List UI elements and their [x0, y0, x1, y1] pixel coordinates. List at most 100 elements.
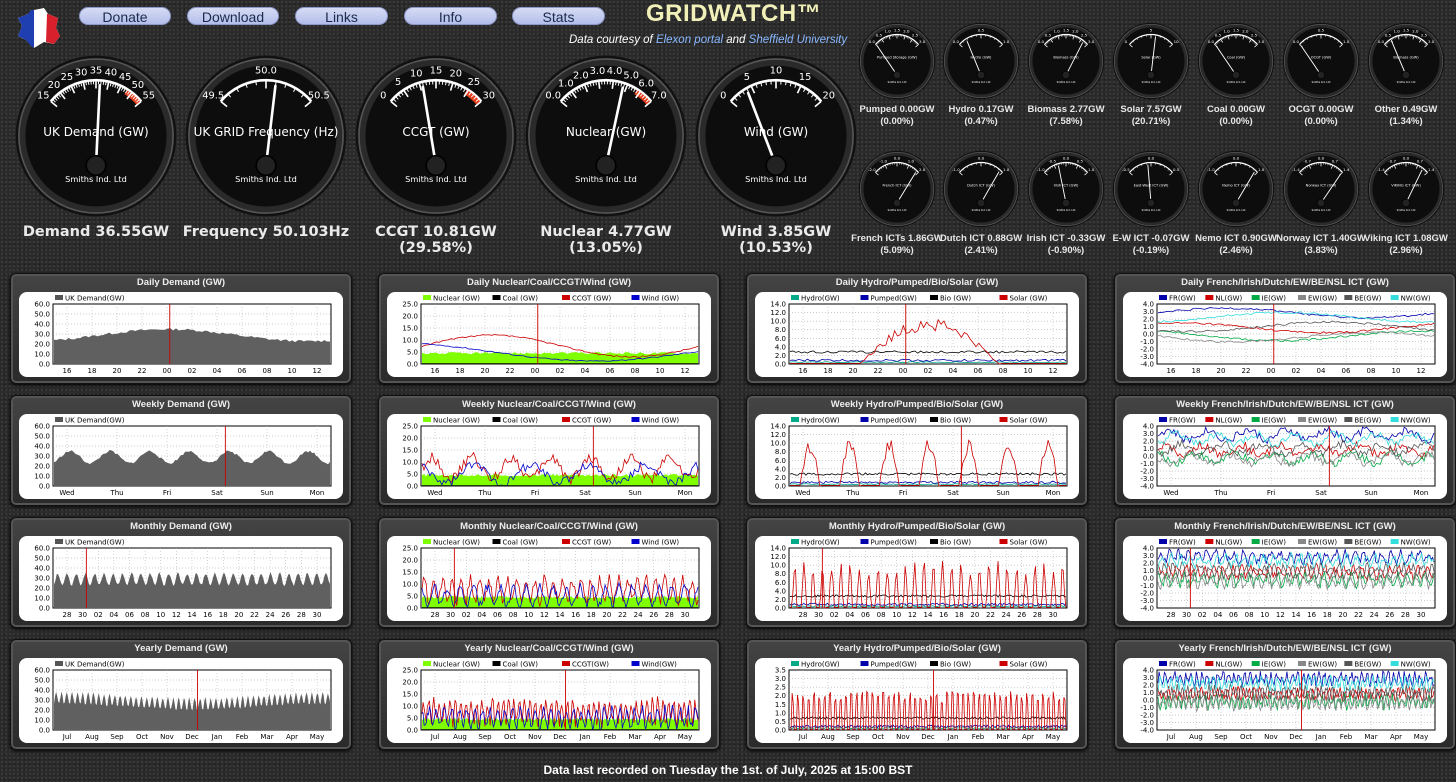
x-tick-label: Nov: [896, 733, 910, 741]
chart-title: Daily Hydro/Pumped/Bio/Solar (GW): [835, 277, 999, 288]
info-button[interactable]: Info: [404, 7, 497, 25]
y-tick-label: 15.0: [402, 325, 418, 333]
chart-panel[interactable]: Weekly Demand (GW) 60.0 50.0 40.0 30.0 20.0 10…: [10, 395, 352, 506]
x-tick-label: Fri: [1267, 489, 1275, 497]
gauge-tick-label: 0.0: [1233, 155, 1240, 160]
y-tick-label: 30.0: [34, 331, 50, 339]
legend-entry: EW(GW): [1308, 661, 1337, 669]
legend-entry: Wind(GW): [642, 661, 678, 669]
x-tick-label: May: [1046, 733, 1060, 741]
gauge-tick-label: 3.0: [1088, 39, 1095, 44]
stats-button[interactable]: Stats: [512, 7, 605, 25]
chart-panel[interactable]: Weekly French/Irish/Dutch/EW/BE/NSL ICT …: [1114, 395, 1456, 506]
chart-panel[interactable]: Weekly Nuclear/Coal/CCGT/Wind (GW) 25.0 20…: [378, 395, 720, 506]
x-tick-label: Sep: [846, 733, 860, 741]
x-tick-label: Jan: [1315, 733, 1327, 741]
chart-panel[interactable]: Monthly Hydro/Pumped/Bio/Solar (GW) 14.0 1…: [746, 517, 1088, 628]
x-tick-label: Mon: [1414, 489, 1429, 497]
gauge-dial: 0.00.51.0Hydro (GW)Smiths Ind. Ltd: [942, 22, 1020, 100]
gauge-tick-label: -1.0: [1207, 167, 1215, 172]
x-tick-label: 30: [446, 611, 455, 619]
gauge-caption: Frequency 50.103Hz: [171, 224, 361, 240]
legend-entry: Nuclear (GW): [433, 295, 480, 303]
gauge-tick-label: -0.7: [1388, 158, 1396, 163]
chart-svg: 4.03.02.01.00.0-1.0-2.0-3.0-4.028 30 02 04 0…: [1140, 539, 1436, 619]
gauge-tick-label: 1.0: [1394, 29, 1401, 34]
x-tick-label: 20: [234, 611, 243, 619]
gauge-caption: Demand 36.55GW: [1, 224, 191, 240]
x-tick-label: Apr: [654, 733, 666, 741]
chart-panel[interactable]: Weekly Hydro/Pumped/Bio/Solar (GW) 14.0 12…: [746, 395, 1088, 506]
x-tick-label: 22: [986, 611, 995, 619]
x-tick-label: 22: [1242, 367, 1251, 375]
x-tick-label: May: [678, 733, 692, 741]
y-tick-label: 0.0: [39, 483, 50, 491]
legend-entry: Wind (GW): [642, 417, 680, 425]
download-button[interactable]: Download: [187, 7, 279, 25]
gauge-tick-label: 3.0: [1428, 39, 1435, 44]
chart-panel[interactable]: Yearly Demand (GW) 60.0 50.0 40.0 30.0 20.0 10…: [10, 639, 352, 750]
elexon-link[interactable]: Elexon portal: [656, 34, 723, 46]
x-tick-label: Thu: [1213, 489, 1227, 497]
x-tick-label: Sun: [1364, 489, 1377, 497]
links-button[interactable]: Links: [295, 7, 388, 25]
gauge-dial: 0510 15 202530CCGT (GW)Smiths Ind. Ltd: [355, 55, 517, 217]
chart-panel[interactable]: Daily Demand (GW) 60.0 50.0 40.0 30.0 20.0 10.…: [10, 273, 352, 384]
gauge-tick-label: 5: [395, 77, 401, 88]
legend-entry: NW(GW): [1401, 661, 1431, 669]
x-tick-label: Oct: [1240, 733, 1252, 741]
y-tick-label: 14.0: [770, 301, 786, 309]
sheffield-link[interactable]: Sheffield University: [749, 34, 847, 46]
x-tick-label: 02: [924, 367, 933, 375]
x-tick-label: Wed: [795, 489, 810, 497]
y-tick-label: 0.0: [39, 361, 50, 369]
x-tick-label: 30: [1182, 611, 1191, 619]
gauge-tick-label: 1.5: [1063, 27, 1070, 32]
gauge-tick-label: 45: [119, 72, 132, 83]
x-tick-label: Fri: [163, 489, 171, 497]
x-tick-label: Jul: [62, 733, 72, 741]
chart-svg: 60.0 50.0 40.0 30.0 20.0 10.0 0.0 28 30 02 04 06 08 1…: [34, 539, 332, 619]
chart-panel[interactable]: Daily Nuclear/Coal/CCGT/Wind (GW) 25.0 20.…: [378, 273, 720, 384]
french-flag-icon[interactable]: [14, 6, 64, 50]
mini-gauge: -2.0 -1.0 0.0 1.0 2.0 French ICT (GW) Smiths I…: [858, 150, 936, 228]
gauge-percent: (13.05%): [569, 240, 643, 256]
gauge-label: Pumped Storage (GW): [877, 56, 918, 60]
gauge-label: Biomass (GW): [1393, 56, 1419, 60]
chart-panel[interactable]: Yearly Hydro/Pumped/Bio/Solar (GW) 3.5 3.0…: [746, 639, 1088, 750]
x-tick-label: Thu: [845, 489, 859, 497]
x-tick-label: 12: [1276, 611, 1285, 619]
x-tick-label: 02: [188, 367, 197, 375]
x-tick-label: Feb: [1340, 733, 1353, 741]
gauge-tick-label: 2.0: [1412, 29, 1419, 34]
chart-panel[interactable]: Daily French/Irish/Dutch/EW/BE/NSL ICT (…: [1114, 273, 1456, 384]
chart-panel[interactable]: Yearly French/Irish/Dutch/EW/BE/NSL ICT …: [1114, 639, 1456, 750]
y-tick-label: 10.0: [402, 459, 418, 467]
chart-panel[interactable]: Daily Hydro/Pumped/Bio/Solar (GW) 14.0 12.…: [746, 273, 1088, 384]
chart-frame: 60.0 50.0 40.0 30.0 20.0 10.0 0.0 Wed Thu Fri Sat S…: [19, 414, 343, 499]
x-tick-label: Sat: [579, 489, 591, 497]
x-tick-label: 30: [78, 611, 87, 619]
chart-frame: 4.0 3.0 2.0 1.0 0.0 -1.0 -2.0 -3.0 -4.0 Wed Thu Fri…: [1123, 414, 1447, 499]
legend-entry: IE(GW): [1262, 417, 1287, 425]
x-tick-label: Mar: [260, 733, 273, 741]
chart-panel[interactable]: Yearly Nuclear/Coal/CCGT/Wind (GW) 25.0 20…: [378, 639, 720, 750]
chart-panel[interactable]: Monthly French/Irish/Dutch/EW/BE/NSL ICT…: [1114, 517, 1456, 628]
chart-panel[interactable]: Monthly Demand (GW) 60.0 50.0 40.0 30.0 20.0 1…: [10, 517, 352, 628]
gauge-tick-label: 0.5: [978, 27, 985, 32]
x-tick-label: Fri: [899, 489, 907, 497]
y-tick-label: 10.0: [402, 581, 418, 589]
y-tick-label: 5.0: [407, 471, 418, 479]
y-tick-label: 25.0: [402, 667, 418, 675]
gauge-label: CCGT (GW): [402, 125, 469, 139]
mini-gauge: 0.0 0.5 1.0 1.5 2.0 2.5 3.0 Biomass (GW) Smiths …: [1027, 22, 1105, 100]
x-tick-label: Sat: [947, 489, 959, 497]
legend-entry: IE(GW): [1262, 295, 1287, 303]
chart-panel[interactable]: Monthly Nuclear/Coal/CCGT/Wind (GW) 25.0 2…: [378, 517, 720, 628]
donate-button[interactable]: Donate: [79, 7, 171, 25]
y-tick-label: 2.0: [775, 352, 786, 360]
gauge-tick-label: 20: [823, 90, 836, 101]
y-tick-label: 2.0: [775, 596, 786, 604]
legend-entry: Hydro(GW): [801, 417, 840, 425]
y-tick-label: -4.0: [1140, 727, 1154, 735]
